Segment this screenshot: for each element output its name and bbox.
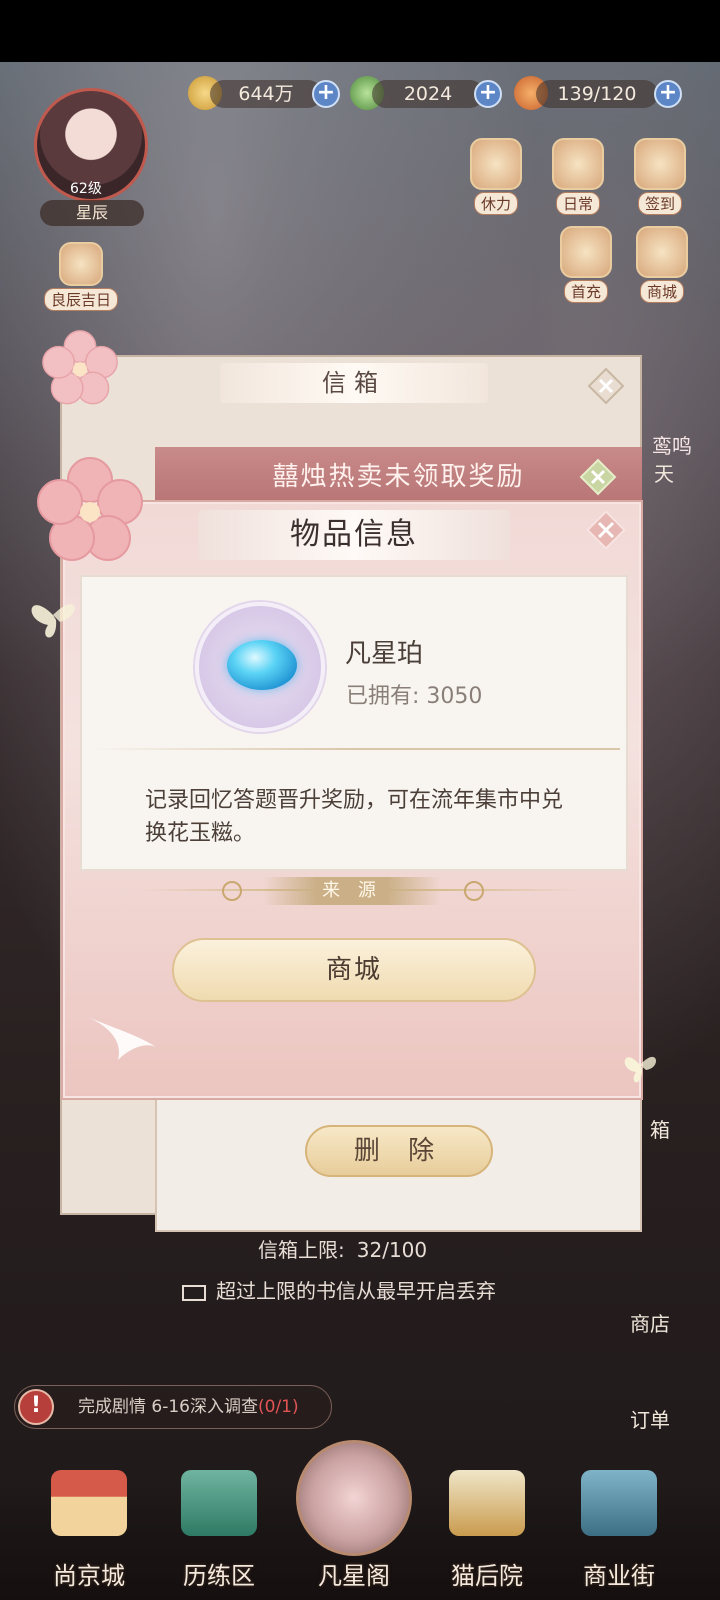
task-text[interactable]: 完成剧情 6-16深入调查(0/1) <box>78 1393 299 1421</box>
nav-label-shangjing: 尚京城 <box>53 1562 125 1590</box>
tian-label: 天 <box>654 462 674 486</box>
checkin-label: 签到 <box>637 192 682 215</box>
mountain-icon <box>181 1470 257 1536</box>
player-name: 星辰 <box>40 200 144 226</box>
coins-value: 644万 <box>210 80 322 108</box>
alert-icon: ! <box>18 1389 54 1425</box>
nav-fanxing[interactable]: 凡星阁 <box>299 1460 409 1600</box>
blossom-decoration-top-icon <box>42 330 118 405</box>
letter-close-icon[interactable] <box>578 457 618 497</box>
nav-lilian[interactable]: 历练区 <box>164 1460 274 1600</box>
xiang-label[interactable]: 箱 <box>650 1114 670 1143</box>
cat-icon <box>560 226 612 278</box>
owned-value: 3050 <box>426 684 483 709</box>
delete-button[interactable]: 删 除 <box>305 1125 493 1177</box>
nav-shangyejie[interactable]: 商业街 <box>564 1460 674 1600</box>
item-description: 记录回忆答题晋升奖励，可在流年集市中兑换花玉糍。 <box>145 788 564 846</box>
mailbox-title: 信箱 <box>220 363 488 403</box>
shop-button[interactable]: 商店 <box>630 1308 670 1337</box>
butterfly-icon <box>31 604 75 638</box>
source-mall-button[interactable]: 商城 <box>172 938 536 1002</box>
gate-icon <box>581 1470 657 1536</box>
item-info-title: 物品信息 <box>198 510 510 560</box>
lucky-day-label: 良辰吉日 <box>44 288 119 311</box>
close-icon[interactable] <box>584 508 628 552</box>
nav-label-maohouyuan: 猫后院 <box>451 1562 523 1590</box>
lucky-day-button[interactable]: 良辰吉日 <box>44 242 119 311</box>
stamina-value: 139/120 <box>536 80 658 108</box>
shop-icon <box>636 226 688 278</box>
calendar-icon <box>634 138 686 190</box>
add-coins-button[interactable]: + <box>312 80 340 108</box>
daily-label: 日常 <box>555 192 600 215</box>
order-button[interactable]: 订单 <box>630 1404 670 1433</box>
daily-button[interactable]: 日常 <box>552 138 604 215</box>
mailbox-close-icon[interactable] <box>586 366 626 406</box>
add-stamina-button[interactable]: + <box>654 80 682 108</box>
bun-icon <box>470 138 522 190</box>
envelope-icon <box>182 1284 206 1301</box>
owned-count: 已拥有: 3050 <box>346 678 482 710</box>
discard-note: 超过上限的书信从最早开启丢弃 <box>182 1275 496 1304</box>
scroll-icon <box>552 138 604 190</box>
lantern-icon <box>59 242 103 286</box>
blossom-decoration-icon <box>37 457 143 561</box>
add-gems-button[interactable]: + <box>474 80 502 108</box>
first-recharge-label: 首充 <box>563 280 608 303</box>
mailbox-limit: 信箱上限: 32/100 <box>258 1234 427 1263</box>
gems-value: 2024 <box>372 80 484 108</box>
discard-note-text: 超过上限的书信从最早开启丢弃 <box>216 1279 496 1303</box>
source-label: 来 源 <box>263 877 441 905</box>
nav-label-lilian: 历练区 <box>183 1562 255 1590</box>
stamina-side-button[interactable]: 休力 <box>470 138 522 215</box>
player-level: 62级 <box>70 181 102 197</box>
mailbox-limit-label: 信箱上限: <box>258 1238 345 1262</box>
cat-basket-icon <box>449 1470 525 1536</box>
letter-title: 囍烛热卖未领取奖励 <box>155 447 642 507</box>
luanming-label[interactable]: 鸾鸣 <box>652 430 692 459</box>
mailbox-limit-value: 32/100 <box>356 1238 428 1262</box>
checkin-button[interactable]: 签到 <box>634 138 686 215</box>
nav-label-fanxing: 凡星阁 <box>318 1562 390 1590</box>
knot-left-icon <box>222 881 242 901</box>
butterfly-right-icon <box>624 1056 657 1083</box>
blue-gem-icon <box>227 640 297 690</box>
palace-icon <box>51 1470 127 1536</box>
divider <box>86 748 620 750</box>
owned-label: 已拥有: <box>346 684 420 709</box>
nav-maohouyuan[interactable]: 猫后院 <box>432 1460 542 1600</box>
swallow-icon <box>83 1015 156 1060</box>
mall-side-button[interactable]: 商城 <box>636 226 688 303</box>
task-description: 完成剧情 6-16深入调查 <box>78 1397 258 1417</box>
mall-side-label: 商城 <box>639 280 684 303</box>
task-progress: (0/1) <box>258 1397 299 1417</box>
stamina-side-label: 休力 <box>473 192 518 215</box>
item-name: 凡星珀 <box>345 639 424 669</box>
first-recharge-button[interactable]: 首充 <box>560 226 612 303</box>
knot-right-icon <box>464 881 484 901</box>
nav-label-shangyejie: 商业街 <box>583 1562 655 1590</box>
nav-shangjing[interactable]: 尚京城 <box>34 1460 144 1600</box>
